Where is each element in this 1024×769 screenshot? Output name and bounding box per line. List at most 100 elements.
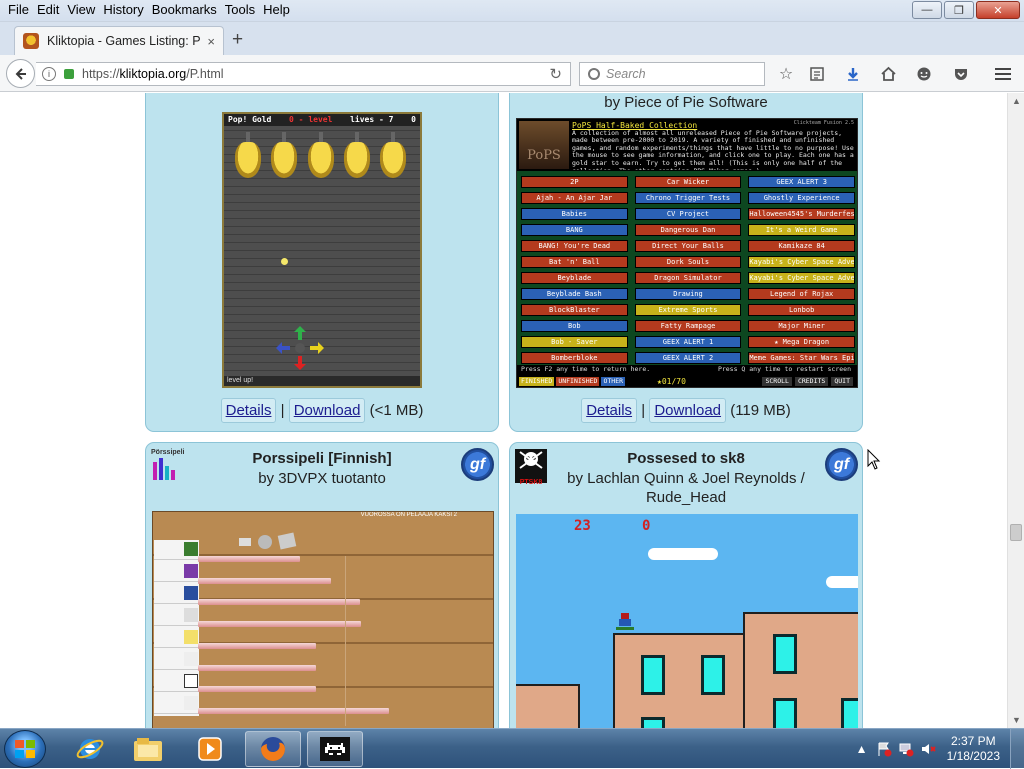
favicon-icon bbox=[23, 33, 39, 49]
pops-menu-button[interactable]: Car Wicker bbox=[634, 176, 742, 188]
pops-menu-button[interactable]: Beyblade Bash bbox=[521, 288, 628, 300]
game-card-porssipeli: Pörssipeli Porssipeli [Finnish] by 3DVPX… bbox=[145, 442, 499, 728]
download-arrow-icon[interactable] bbox=[842, 63, 864, 85]
pocket-icon[interactable] bbox=[950, 63, 972, 85]
pops-menu-button[interactable]: Dangerous Dan bbox=[634, 224, 742, 236]
pops-menu-button[interactable]: Kayabi's Cyber Space Adventure 2 bbox=[748, 272, 855, 284]
close-button[interactable]: ✕ bbox=[976, 1, 1020, 19]
volume-muted-icon[interactable] bbox=[920, 741, 936, 757]
tab-close-icon[interactable]: × bbox=[207, 34, 215, 49]
show-desktop-button[interactable] bbox=[1010, 729, 1024, 769]
menu-edit[interactable]: Edit bbox=[33, 2, 63, 18]
game-screenshot[interactable]: 23 0 bbox=[516, 514, 858, 728]
url-bar[interactable]: i https://kliktopia.org/P.html ↻ bbox=[36, 62, 571, 86]
pops-menu-button[interactable]: Chrono Trigger Tests bbox=[634, 192, 742, 204]
game-screenshot[interactable]: Pop! Gold 0 - level lives - 7 0 level up… bbox=[222, 112, 422, 388]
pops-menu-button[interactable]: GEEX ALERT 3 bbox=[748, 176, 855, 188]
pops-menu-button[interactable]: Halloween4545's Murderfest bbox=[748, 208, 855, 220]
pops-menu-button[interactable]: Meme Games: Star Wars Episode 4 bbox=[748, 352, 855, 364]
pops-menu-button[interactable]: Ajah - An Ajar Jar bbox=[521, 192, 628, 204]
clock[interactable]: 2:37 PM 1/18/2023 bbox=[947, 734, 1000, 764]
menu-history[interactable]: History bbox=[99, 2, 147, 18]
hamburger-menu-icon[interactable] bbox=[992, 63, 1014, 85]
maximize-button[interactable]: ❐ bbox=[944, 1, 974, 19]
back-button[interactable] bbox=[6, 59, 35, 88]
taskbar-firefox[interactable] bbox=[245, 731, 301, 767]
game-screenshot[interactable]: PoPS Clickteam Fusion 2.5 PoPS Half-Bake… bbox=[516, 118, 858, 388]
taskbar-internet-explorer[interactable] bbox=[62, 731, 118, 767]
pops-menu-button[interactable]: Lonbob bbox=[748, 304, 855, 316]
url-text[interactable]: https://kliktopia.org/P.html bbox=[82, 67, 224, 81]
menu-bookmarks[interactable]: Bookmarks bbox=[148, 2, 221, 18]
pops-menu-button[interactable]: Dragon Simulator bbox=[634, 272, 742, 284]
browser-window: File Edit View History Bookmarks Tools H… bbox=[0, 0, 1024, 728]
game-card-sk8: PTSK8 Possesed to sk8 by Lachlan Quinn &… bbox=[509, 442, 863, 728]
pops-menu-button[interactable]: BANG! You're Dead bbox=[521, 240, 628, 252]
menu-tools[interactable]: Tools bbox=[221, 2, 259, 18]
pops-menu-button[interactable]: Bob bbox=[521, 320, 628, 332]
pops-menu-button[interactable]: Direct Your Balls bbox=[634, 240, 742, 252]
reload-icon[interactable]: ↻ bbox=[549, 65, 562, 83]
window-controls: — ❐ ✕ bbox=[912, 1, 1020, 19]
menu-file[interactable]: File bbox=[4, 2, 33, 18]
pops-menu-button[interactable]: Ghostly Experience bbox=[748, 192, 855, 204]
gf-badge-icon[interactable]: gf bbox=[825, 448, 858, 481]
taskbar-media-player[interactable] bbox=[182, 731, 238, 767]
scroll-up-arrow-icon[interactable]: ▲ bbox=[1012, 96, 1021, 106]
lock-icon[interactable] bbox=[64, 69, 74, 79]
pops-menu-button[interactable]: Bob - Saver bbox=[521, 336, 628, 348]
pops-menu-button[interactable]: GEEX ALERT 1 bbox=[634, 336, 742, 348]
show-hidden-icons-icon[interactable]: ▲ bbox=[854, 741, 870, 757]
reader-list-icon[interactable] bbox=[806, 63, 828, 85]
taskbar-game-app[interactable] bbox=[307, 731, 363, 767]
pops-menu-button[interactable]: Beyblade bbox=[521, 272, 628, 284]
game-title[interactable]: Possesed to sk8 bbox=[510, 450, 862, 467]
pops-menu-button[interactable]: ★ Mega Dragon bbox=[748, 336, 855, 348]
network-icon[interactable] bbox=[898, 741, 914, 757]
pops-menu-button[interactable]: Kamikaze 84 bbox=[748, 240, 855, 252]
search-icon bbox=[588, 68, 600, 80]
bookmark-star-icon[interactable]: ☆ bbox=[775, 63, 797, 85]
pops-menu-button[interactable]: Drawing bbox=[634, 288, 742, 300]
page-scrollbar[interactable]: ▲ ▼ bbox=[1007, 93, 1024, 728]
pops-menu-button[interactable]: Extreme Sports bbox=[634, 304, 742, 316]
start-button[interactable] bbox=[4, 730, 46, 768]
home-icon[interactable] bbox=[877, 63, 899, 85]
details-link[interactable]: Details bbox=[220, 398, 277, 423]
internet-explorer-icon bbox=[76, 739, 104, 759]
pops-menu-button[interactable]: CV Project bbox=[634, 208, 742, 220]
pops-menu-button[interactable]: It's a Weird Game bbox=[748, 224, 855, 236]
game-title[interactable]: Porssipeli [Finnish] bbox=[146, 450, 498, 467]
pops-menu-button[interactable]: Dork Souls bbox=[634, 256, 742, 268]
chat-icon[interactable] bbox=[913, 63, 935, 85]
tab-kliktopia[interactable]: Kliktopia - Games Listing: P × bbox=[14, 26, 224, 55]
pops-menu-button[interactable]: Bomberbloke bbox=[521, 352, 628, 364]
pops-menu-button[interactable]: Fatty Rampage bbox=[634, 320, 742, 332]
game-author: by 3DVPX tuotanto bbox=[258, 470, 386, 487]
minimize-button[interactable]: — bbox=[912, 1, 942, 19]
pops-menu-button[interactable]: GEEX ALERT 2 bbox=[634, 352, 742, 364]
game-author: by Piece of Pie Software bbox=[604, 94, 768, 111]
taskbar-file-explorer[interactable] bbox=[120, 731, 176, 767]
scroll-thumb[interactable] bbox=[1010, 524, 1022, 541]
download-link[interactable]: Download bbox=[649, 398, 727, 423]
new-tab-button[interactable]: + bbox=[232, 30, 243, 50]
search-input[interactable]: Search bbox=[579, 62, 765, 86]
flag-alert-icon[interactable] bbox=[876, 741, 892, 757]
download-link[interactable]: Download bbox=[288, 398, 366, 423]
details-link[interactable]: Details bbox=[581, 398, 638, 423]
gf-badge-icon[interactable]: gf bbox=[461, 448, 494, 481]
menu-help[interactable]: Help bbox=[259, 2, 294, 18]
pops-menu-button[interactable]: Kayabi's Cyber Space Adventure bbox=[748, 256, 855, 268]
pops-menu-button[interactable]: Babies bbox=[521, 208, 628, 220]
scroll-down-arrow-icon[interactable]: ▼ bbox=[1012, 715, 1021, 725]
site-info-icon[interactable]: i bbox=[42, 67, 56, 81]
game-screenshot[interactable]: VUOROSSA ON PELAAJA KAKSI 2 bbox=[152, 511, 494, 728]
pops-menu-button[interactable]: Legend of Rojax bbox=[748, 288, 855, 300]
pops-menu-button[interactable]: BlockBlaster bbox=[521, 304, 628, 316]
menu-view[interactable]: View bbox=[63, 2, 99, 18]
pops-menu-button[interactable]: 2P bbox=[521, 176, 628, 188]
pops-menu-button[interactable]: BANG bbox=[521, 224, 628, 236]
pops-menu-button[interactable]: Bat 'n' Ball bbox=[521, 256, 628, 268]
pops-menu-button[interactable]: Major Miner bbox=[748, 320, 855, 332]
